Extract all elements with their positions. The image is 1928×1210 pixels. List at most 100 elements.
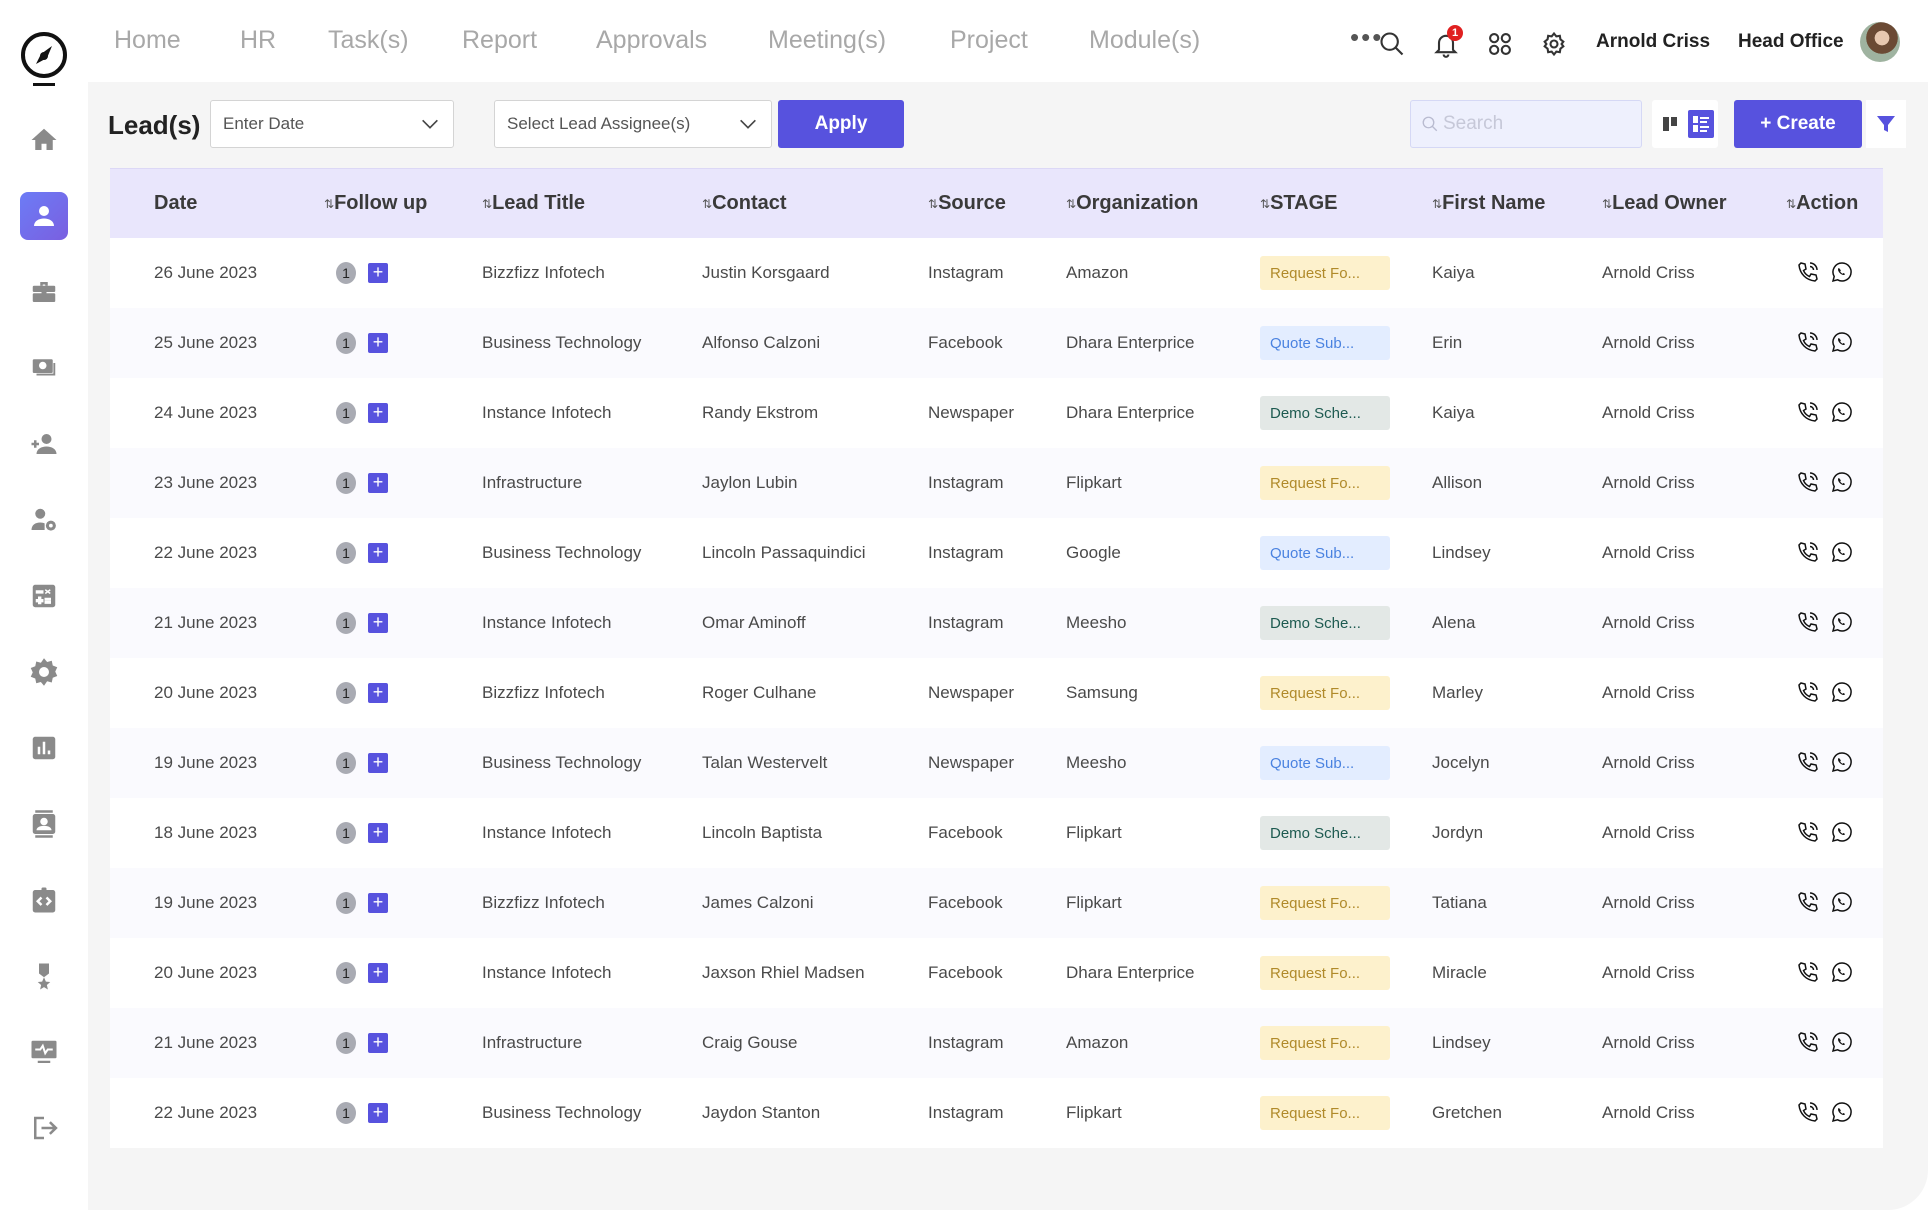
table-row[interactable]: 18 June 2023 1 + Instance Infotech Lincoln B… [110, 798, 1883, 868]
avatar[interactable] [1860, 22, 1900, 62]
cell-lead-title[interactable]: Bizzfizz Infotech [482, 238, 605, 308]
list-view-icon[interactable] [1688, 110, 1714, 138]
user-name[interactable]: Arnold Criss [1596, 31, 1710, 53]
col-stage[interactable]: ⇅ STAGE [1260, 192, 1337, 215]
search-icon[interactable] [1378, 30, 1406, 58]
table-row[interactable]: 20 June 2023 1 + Instance Infotech Jaxson Rh… [110, 938, 1883, 1008]
nav-home[interactable]: Home [114, 26, 181, 55]
stage-badge[interactable]: Request Fo... [1260, 956, 1390, 990]
search-field[interactable] [1410, 100, 1642, 148]
phone-call-icon[interactable] [1796, 260, 1822, 286]
compass-logo-icon[interactable] [19, 30, 69, 90]
nav-meetings[interactable]: Meeting(s) [768, 26, 886, 55]
office-selector[interactable]: Head Office [1738, 31, 1844, 53]
cell-lead-title[interactable]: Instance Infotech [482, 938, 611, 1008]
stage-badge[interactable]: Request Fo... [1260, 1026, 1390, 1060]
follow-up-count[interactable]: 1 [336, 332, 356, 354]
stage-badge[interactable]: Request Fo... [1260, 256, 1390, 290]
follow-up-count[interactable]: 1 [336, 752, 356, 774]
nav-approvals[interactable]: Approvals [596, 26, 707, 55]
phone-call-icon[interactable] [1796, 960, 1822, 986]
add-follow-up-button[interactable]: + [368, 473, 388, 493]
table-row[interactable]: 24 June 2023 1 + Instance Infotech Randy Eks… [110, 378, 1883, 448]
cell-lead-title[interactable]: Business Technology [482, 1078, 641, 1148]
whatsapp-icon[interactable] [1830, 1100, 1856, 1126]
table-row[interactable]: 22 June 2023 1 + Business Technology Lincoln… [110, 518, 1883, 588]
phone-call-icon[interactable] [1796, 400, 1822, 426]
table-row[interactable]: 26 June 2023 1 + Bizzfizz Infotech Justin Ko… [110, 238, 1883, 308]
follow-up-count[interactable]: 1 [336, 262, 356, 284]
sidebar-item-add-user[interactable] [20, 420, 68, 468]
sidebar-item-contacts[interactable] [20, 800, 68, 848]
nav-modules[interactable]: Module(s) [1089, 26, 1200, 55]
col-lead-owner[interactable]: ⇅ Lead Owner [1602, 192, 1727, 215]
cell-lead-title[interactable]: Bizzfizz Infotech [482, 868, 605, 938]
nav-report[interactable]: Report [462, 26, 537, 55]
follow-up-count[interactable]: 1 [336, 822, 356, 844]
table-row[interactable]: 19 June 2023 1 + Business Technology Talan W… [110, 728, 1883, 798]
sidebar-item-dev[interactable] [20, 876, 68, 924]
add-follow-up-button[interactable]: + [368, 963, 388, 983]
create-button[interactable]: + Create [1734, 100, 1862, 148]
add-follow-up-button[interactable]: + [368, 403, 388, 423]
add-follow-up-button[interactable]: + [368, 1033, 388, 1053]
col-source[interactable]: ⇅ Source [928, 192, 1006, 215]
follow-up-count[interactable]: 1 [336, 472, 356, 494]
cell-lead-title[interactable]: Infrastructure [482, 448, 582, 518]
cell-lead-title[interactable]: Business Technology [482, 728, 641, 798]
sidebar-item-user-settings[interactable] [20, 496, 68, 544]
whatsapp-icon[interactable] [1830, 540, 1856, 566]
phone-call-icon[interactable] [1796, 330, 1822, 356]
cell-lead-title[interactable]: Business Technology [482, 518, 641, 588]
follow-up-count[interactable]: 1 [336, 1032, 356, 1054]
follow-up-count[interactable]: 1 [336, 402, 356, 424]
whatsapp-icon[interactable] [1830, 960, 1856, 986]
whatsapp-icon[interactable] [1830, 680, 1856, 706]
phone-call-icon[interactable] [1796, 1100, 1822, 1126]
whatsapp-icon[interactable] [1830, 890, 1856, 916]
follow-up-count[interactable]: 1 [336, 612, 356, 634]
phone-call-icon[interactable] [1796, 820, 1822, 846]
follow-up-count[interactable]: 1 [336, 892, 356, 914]
table-row[interactable]: 21 June 2023 1 + Instance Infotech Omar Amin… [110, 588, 1883, 658]
col-follow-up[interactable]: ⇅ Follow up [324, 192, 427, 215]
notification-bell-icon[interactable]: 1 [1432, 25, 1463, 58]
cell-lead-title[interactable]: Instance Infotech [482, 588, 611, 658]
follow-up-count[interactable]: 1 [336, 682, 356, 704]
whatsapp-icon[interactable] [1830, 750, 1856, 776]
apps-grid-icon[interactable] [1486, 30, 1514, 58]
sidebar-item-reports[interactable] [20, 724, 68, 772]
sidebar-item-awards[interactable] [20, 952, 68, 1000]
date-select[interactable]: Enter Date [210, 100, 454, 148]
stage-badge[interactable]: Demo Sche... [1260, 606, 1390, 640]
whatsapp-icon[interactable] [1830, 260, 1856, 286]
col-contact[interactable]: ⇅ Contact [702, 192, 787, 215]
table-row[interactable]: 21 June 2023 1 + Infrastructure Craig Gouse I… [110, 1008, 1883, 1078]
table-row[interactable]: 22 June 2023 1 + Business Technology Jaydon … [110, 1078, 1883, 1148]
cell-lead-title[interactable]: Infrastructure [482, 1008, 582, 1078]
whatsapp-icon[interactable] [1830, 820, 1856, 846]
stage-badge[interactable]: Request Fo... [1260, 886, 1390, 920]
add-follow-up-button[interactable]: + [368, 543, 388, 563]
stage-badge[interactable]: Request Fo... [1260, 466, 1390, 500]
nav-project[interactable]: Project [950, 26, 1028, 55]
add-follow-up-button[interactable]: + [368, 1103, 388, 1123]
whatsapp-icon[interactable] [1830, 1030, 1856, 1056]
add-follow-up-button[interactable]: + [368, 683, 388, 703]
stage-badge[interactable]: Demo Sche... [1260, 816, 1390, 850]
search-input[interactable] [1443, 113, 1633, 135]
stage-badge[interactable]: Quote Sub... [1260, 326, 1390, 360]
stage-badge[interactable]: Request Fo... [1260, 676, 1390, 710]
col-first-name[interactable]: ⇅ First Name [1432, 192, 1545, 215]
follow-up-count[interactable]: 1 [336, 542, 356, 564]
sidebar-item-calculator[interactable] [20, 572, 68, 620]
stage-badge[interactable]: Request Fo... [1260, 1096, 1390, 1130]
follow-up-count[interactable]: 1 [336, 962, 356, 984]
whatsapp-icon[interactable] [1830, 400, 1856, 426]
apply-button[interactable]: Apply [778, 100, 904, 148]
add-follow-up-button[interactable]: + [368, 333, 388, 353]
col-lead-title[interactable]: ⇅ Lead Title [482, 192, 585, 215]
phone-call-icon[interactable] [1796, 470, 1822, 496]
filter-icon[interactable] [1866, 100, 1906, 148]
phone-call-icon[interactable] [1796, 540, 1822, 566]
